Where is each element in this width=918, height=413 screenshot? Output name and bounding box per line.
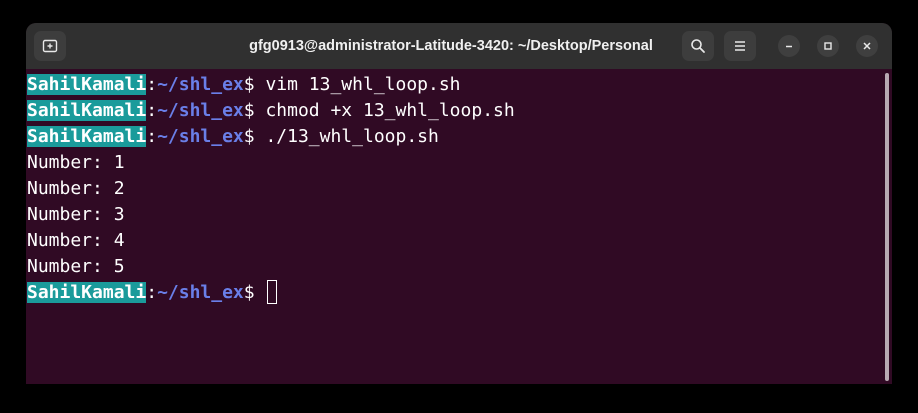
- command-text: chmod +x 13_whl_loop.sh: [265, 100, 515, 121]
- command-text: vim 13_whl_loop.sh: [265, 74, 461, 95]
- minimize-icon: [786, 45, 792, 48]
- menu-button[interactable]: [724, 31, 756, 61]
- output-line: Number: 3: [27, 204, 125, 225]
- window-title: gfg0913@administrator-Latitude-3420: ~/D…: [249, 38, 653, 54]
- terminal-line: SahilKamali:~/shl_ex$: [27, 280, 278, 306]
- output-line: Number: 2: [27, 178, 125, 199]
- output-line: Number: 5: [27, 256, 125, 277]
- terminal-line: SahilKamali:~/shl_ex$ vim 13_whl_loop.sh: [27, 72, 461, 98]
- maximize-icon: [824, 42, 832, 50]
- close-button[interactable]: [856, 35, 878, 57]
- prompt-separator: :: [146, 126, 158, 147]
- prompt-path: ~/shl_ex: [157, 282, 244, 303]
- minimize-button[interactable]: [778, 35, 800, 57]
- command-text: ./13_whl_loop.sh: [265, 126, 439, 147]
- terminal-line: SahilKamali:~/shl_ex$ chmod +x 13_whl_lo…: [27, 98, 515, 124]
- search-icon: [691, 39, 705, 53]
- terminal-output-area[interactable]: SahilKamali:~/shl_ex$ vim 13_whl_loop.sh…: [26, 69, 892, 384]
- prompt-user: SahilKamali: [27, 126, 147, 147]
- prompt-path: ~/shl_ex: [157, 126, 244, 147]
- new-tab-button[interactable]: [34, 31, 66, 61]
- prompt-symbol: $: [243, 126, 266, 147]
- prompt-symbol: $: [243, 100, 266, 121]
- text-cursor: [267, 280, 278, 304]
- prompt-separator: :: [146, 74, 158, 95]
- output-line: Number: 4: [27, 230, 125, 251]
- prompt-user: SahilKamali: [27, 100, 147, 121]
- output-line: Number: 1: [27, 152, 125, 173]
- hamburger-menu-icon: [735, 41, 745, 51]
- close-icon: [863, 42, 871, 50]
- new-tab-icon: [42, 39, 58, 53]
- vertical-scrollbar[interactable]: [885, 73, 889, 381]
- prompt-user: SahilKamali: [27, 282, 147, 303]
- terminal-window: gfg0913@administrator-Latitude-3420: ~/D…: [26, 23, 892, 384]
- search-button[interactable]: [682, 31, 714, 61]
- prompt-separator: :: [146, 100, 158, 121]
- prompt-symbol: $: [243, 282, 266, 303]
- prompt-separator: :: [146, 282, 158, 303]
- terminal-line: SahilKamali:~/shl_ex$ ./13_whl_loop.sh: [27, 124, 439, 150]
- prompt-path: ~/shl_ex: [157, 74, 244, 95]
- maximize-button[interactable]: [817, 35, 839, 57]
- prompt-path: ~/shl_ex: [157, 100, 244, 121]
- prompt-user: SahilKamali: [27, 74, 147, 95]
- prompt-symbol: $: [243, 74, 266, 95]
- title-bar[interactable]: gfg0913@administrator-Latitude-3420: ~/D…: [26, 23, 892, 69]
